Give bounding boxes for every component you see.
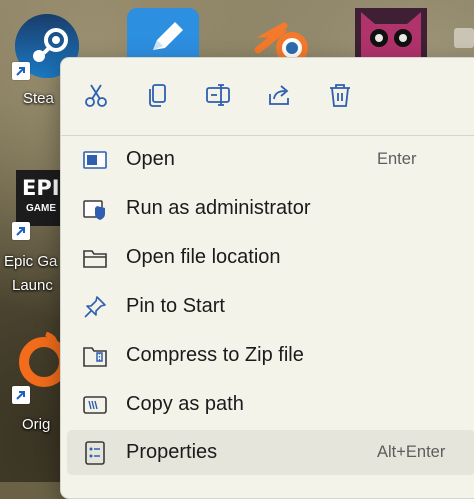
menu-item-properties[interactable]: Properties Alt+Enter <box>67 430 474 475</box>
menu-separator <box>61 135 474 136</box>
folder-icon <box>83 250 107 268</box>
open-window-icon <box>83 151 107 169</box>
menu-item-compress-to-zip[interactable]: Compress to Zip file <box>67 333 474 378</box>
shortcut-arrow-icon <box>12 62 30 80</box>
scissors-icon <box>85 84 107 107</box>
menu-item-label: Properties <box>126 441 218 463</box>
copy-icon <box>149 84 166 107</box>
shortcut-arrow-icon <box>12 222 30 240</box>
menu-item-run-as-administrator[interactable]: Run as administrator <box>67 186 474 231</box>
menu-item-shortcut: Alt+Enter <box>377 443 446 461</box>
origin-label: Orig <box>22 416 51 433</box>
partial-desktop-icon[interactable] <box>454 28 474 48</box>
origin-icon <box>19 331 69 387</box>
menu-item-open-file-location[interactable]: Open file location <box>67 235 474 280</box>
epic-games-label-line1: Epic Ga <box>4 253 58 270</box>
origin-desktop-icon[interactable] <box>18 331 69 388</box>
steam-label: Stea <box>23 90 54 107</box>
share-icon <box>269 85 289 105</box>
context-menu-toolbar <box>61 58 474 136</box>
game-desktop-icon[interactable] <box>355 8 427 60</box>
delete-button[interactable] <box>321 76 359 114</box>
context-menu: Open Enter Run as administrator Open fil… <box>60 57 474 499</box>
copy-button[interactable] <box>138 76 176 114</box>
epic-logo-subtext: GAME <box>26 203 56 214</box>
cat-face-icon <box>361 12 421 58</box>
menu-item-label: Open file location <box>126 246 281 268</box>
properties-icon <box>85 441 105 465</box>
cut-button[interactable] <box>77 76 115 114</box>
shortcut-arrow-icon <box>12 386 30 404</box>
trash-icon <box>330 84 350 107</box>
menu-item-pin-to-start[interactable]: Pin to Start <box>67 284 474 329</box>
menu-item-label: Pin to Start <box>126 295 225 317</box>
menu-item-copy-as-path[interactable]: Copy as path <box>67 382 474 427</box>
rename-button[interactable] <box>199 76 237 114</box>
zip-folder-icon <box>83 347 107 367</box>
blender-desktop-icon[interactable] <box>248 20 318 64</box>
share-button[interactable] <box>260 76 298 114</box>
pencil-icon <box>153 22 183 50</box>
rename-icon <box>206 84 230 106</box>
shield-icon <box>83 200 105 220</box>
epic-logo-text: EPIC <box>22 176 75 200</box>
menu-item-label: Open <box>126 148 175 170</box>
menu-item-label: Compress to Zip file <box>126 344 304 366</box>
blender-icon <box>254 22 308 64</box>
menu-item-label: Copy as path <box>126 393 244 415</box>
menu-item-shortcut: Enter <box>377 150 417 168</box>
epic-games-desktop-icon[interactable]: EPIC GAME <box>16 170 75 226</box>
epic-games-label-line2: Launc <box>12 277 53 294</box>
pin-icon <box>84 296 106 318</box>
drawing-app-desktop-icon[interactable] <box>127 8 199 60</box>
menu-item-label: Run as administrator <box>126 197 311 219</box>
menu-item-open[interactable]: Open Enter <box>67 137 474 182</box>
path-icon <box>83 396 107 414</box>
